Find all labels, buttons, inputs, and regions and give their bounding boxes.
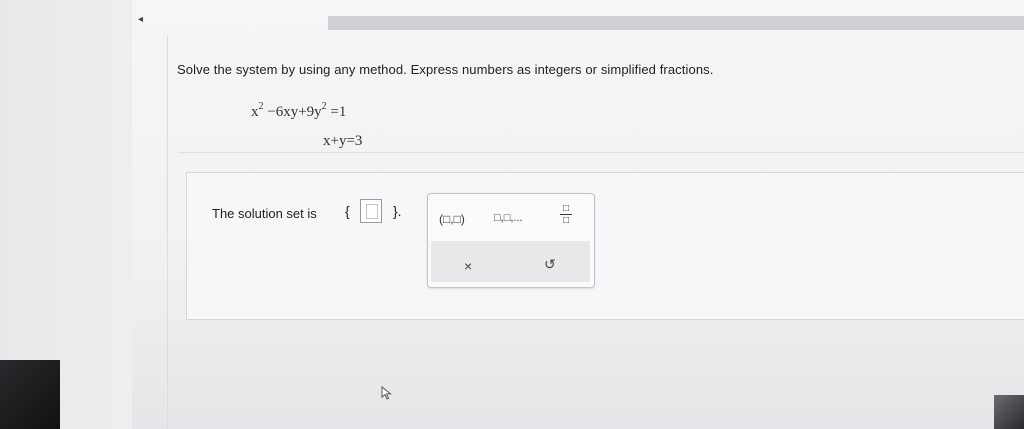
- fraction-numerator-icon: □: [562, 203, 570, 214]
- input-placeholder-box: [366, 204, 378, 219]
- math-palette: (□,□) □,□,... □ □ × ↺: [427, 193, 595, 288]
- answer-area: [186, 172, 1024, 320]
- screen-bezel-corner: [0, 360, 60, 429]
- equation-1-x-exponent: 2: [258, 101, 264, 112]
- open-brace: {: [345, 203, 350, 219]
- list-button[interactable]: □,□,...: [494, 212, 523, 224]
- fraction-denominator-icon: □: [562, 215, 570, 226]
- section-divider: [178, 152, 1024, 153]
- palette-action-row: [431, 241, 590, 282]
- fraction-button[interactable]: □ □: [560, 203, 572, 226]
- progress-bar: [328, 16, 1024, 30]
- close-brace: }.: [393, 203, 402, 219]
- mouse-pointer-icon: [381, 386, 392, 400]
- back-arrow-icon[interactable]: ◂: [138, 14, 143, 25]
- clear-icon[interactable]: ×: [464, 258, 472, 274]
- screen-bezel-corner-right: [994, 395, 1024, 429]
- equation-1-y-exponent: 2: [321, 101, 327, 112]
- equation-2: x+y=3: [323, 133, 363, 149]
- equation-1-middle: −6xy+9y: [263, 104, 322, 120]
- undo-icon[interactable]: ↺: [544, 256, 556, 273]
- screen: ◂ Solve the system by using any method. …: [0, 0, 1024, 429]
- panel-divider: [167, 36, 168, 429]
- ordered-pair-button[interactable]: (□,□): [439, 212, 465, 226]
- equation-1: x2 −6xy+9y2 =1: [251, 101, 347, 121]
- equation-1-x: x: [251, 104, 259, 120]
- question-prompt: Solve the system by using any method. Ex…: [177, 62, 714, 77]
- solution-set-label: The solution set is: [212, 206, 317, 221]
- equation-1-rhs: =1: [326, 104, 347, 120]
